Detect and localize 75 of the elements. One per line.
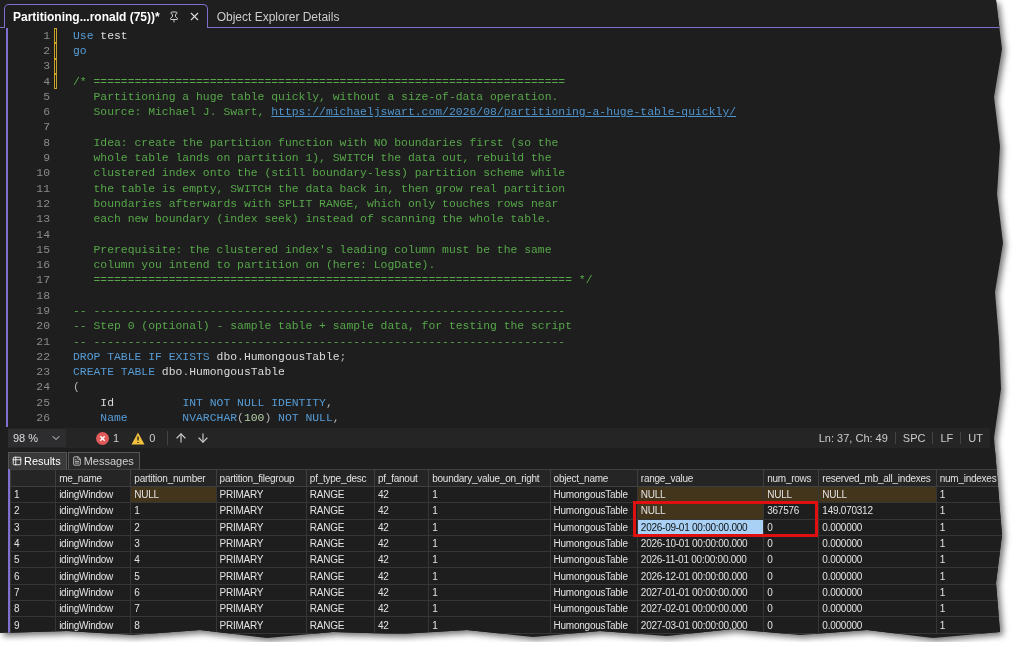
line-number: 3: [42, 59, 51, 74]
grid-icon: [12, 456, 22, 466]
line-number: 20: [35, 319, 51, 334]
result-tab[interactable]: Messages: [67, 452, 140, 469]
code-line: go: [73, 43, 87, 58]
code-line: ====================================================================== */: [92, 273, 593, 288]
column-header[interactable]: partition_filegroup: [216, 469, 307, 487]
link[interactable]: https://michaeljswart.com/2026/08/partitioning-a-huge-table-quickly/: [271, 106, 737, 119]
document-icon: [71, 456, 82, 466]
line-number: 7: [42, 120, 51, 135]
column-header[interactable]: me_name: [55, 469, 131, 487]
code-line: -- Step 0 (optional) - sample table + sample data, for testing the script: [73, 319, 572, 334]
line-number: 15: [35, 242, 51, 257]
line-number: 6: [42, 105, 51, 120]
zoom-dropdown[interactable]: 98 %: [8, 429, 66, 447]
cursor-position[interactable]: Ln: 37, Ch: 49: [811, 432, 895, 444]
column-header[interactable]: range_value: [637, 469, 764, 487]
warning-count: 0: [149, 432, 156, 444]
result-tab[interactable]: Results: [8, 452, 67, 469]
line-number: 8: [42, 135, 51, 150]
line-number: 4: [42, 74, 51, 89]
line-number: 16: [35, 258, 51, 273]
line-number: 5: [42, 89, 51, 104]
code-text: Source: Michael J. Swart,: [92, 106, 266, 119]
line-number: 24: [35, 380, 51, 395]
line-number: 1: [42, 28, 51, 43]
line-number: 10: [35, 166, 51, 181]
line-number: 21: [35, 334, 51, 349]
error-icon[interactable]: [96, 431, 109, 445]
code-line: /* =====================================================================: [73, 74, 566, 89]
line-number: 17: [35, 273, 51, 288]
code-line: (: [73, 380, 80, 395]
column-header[interactable]: reserved_mb_all_indexes: [818, 469, 937, 487]
code-line: Prerequisite: the clustered index's leading column must be the same: [92, 242, 552, 257]
code-line: Name NVARCHAR(100) NOT NULL,: [99, 411, 340, 426]
column-header[interactable]: pf_fanout: [374, 469, 429, 487]
line-number: 11: [35, 181, 51, 196]
line-number: 13: [35, 212, 51, 227]
code-line: -- ---------------------------------------------------------------------: [73, 304, 566, 318]
line-ending[interactable]: LF: [932, 432, 961, 444]
encoding[interactable]: UT: [960, 432, 990, 444]
code-line: each new boundary (index seek) instead of scanning the whole table.: [92, 212, 552, 227]
pin-icon[interactable]: [167, 10, 180, 23]
line-number: 2: [42, 43, 51, 58]
document-tab[interactable]: Object Explorer Details: [207, 4, 347, 28]
indent-mode[interactable]: SPC: [894, 432, 933, 444]
line-number: 9: [42, 151, 51, 165]
column-header[interactable]: num_rows: [763, 469, 819, 487]
code-line: Idea: create the partition function with NO boundaries first (so the: [92, 135, 559, 150]
code-line: whole table lands on partition 1), SWITCH the data out, rebuild the: [92, 151, 552, 165]
code-line: column you intend to partition on (here: LogDate).: [92, 258, 436, 273]
code-line: the table is empty, SWITCH the data back in, then grow real partition: [92, 181, 566, 196]
code-line: DROP TABLE IF EXISTS dbo.HumongousTable;: [73, 349, 347, 364]
column-header[interactable]: object_name: [550, 469, 638, 487]
line-number: 12: [35, 196, 51, 211]
error-count: 1: [113, 432, 120, 444]
line-number: 26: [35, 411, 51, 426]
line-number: 23: [35, 365, 51, 380]
warning-icon[interactable]: [131, 431, 146, 445]
code-line: boundaries afterwards with SPLIT RANGE, which only touches rows near: [92, 196, 559, 211]
code-line: CREATE TABLE dbo.HumongousTable: [73, 365, 285, 380]
code-line: Id INT NOT NULL IDENTITY,: [99, 395, 333, 410]
document-tab[interactable]: Partitioning...ronald (75))*: [4, 4, 208, 28]
column-header[interactable]: partition_number: [130, 469, 217, 487]
code-line: Partitioning a huge table quickly, without a size-of-data operation.: [92, 89, 559, 104]
line-number: 25: [35, 395, 51, 410]
column-header[interactable]: boundary_value_on_right: [428, 469, 551, 487]
code-line: clustered index onto the (still boundary-less) partition scheme while: [92, 166, 566, 181]
line-number: 19: [35, 304, 51, 318]
line-number: 22: [35, 349, 51, 364]
code-line: -- ---------------------------------------------------------------------: [73, 334, 566, 349]
column-header[interactable]: pf_type_desc: [306, 469, 375, 487]
line-number: 14: [35, 227, 51, 242]
line-number: 18: [35, 288, 51, 303]
code-line: Use test: [73, 28, 128, 43]
